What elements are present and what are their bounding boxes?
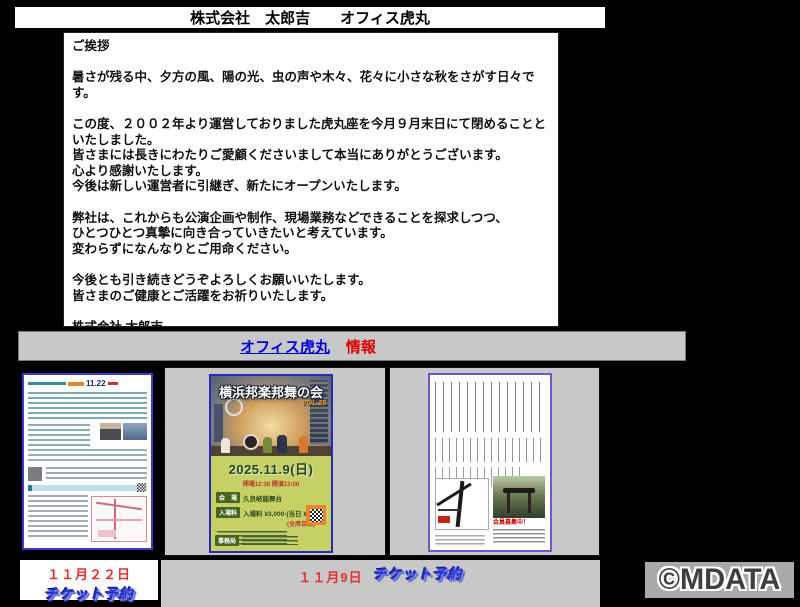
poster-title: 横浜邦楽邦舞の会 xyxy=(211,382,331,401)
poster-volume: VOL.25 xyxy=(302,400,326,407)
building-photo xyxy=(123,423,147,440)
flyer-left-time-segment xyxy=(108,382,118,385)
dancer-figure xyxy=(277,435,287,453)
flyer-left-title-row: 11.22 xyxy=(28,379,148,388)
greeting-text: ご挨拶 暑さが残る中、夕方の風、陽の光、虫の声や木々、花々に小さな秋をさがす日々… xyxy=(72,39,550,327)
tower-silhouette xyxy=(214,404,223,442)
access-map-image xyxy=(91,496,147,542)
fee-label: 入場料 xyxy=(216,507,240,518)
access-map-image xyxy=(435,478,489,530)
event-date-nov9: １１月9日 xyxy=(298,567,362,586)
garden-gate-photo xyxy=(493,476,545,518)
dancer-figure xyxy=(221,438,230,453)
flyer-left-paragraph-lines xyxy=(28,495,88,537)
map-landmark-stamp xyxy=(438,516,450,523)
flyer-left-date: 11.22 xyxy=(86,380,106,388)
flyer-right-image[interactable]: 会員募集中！ xyxy=(428,373,552,552)
poster-cityscape: 横浜邦楽邦舞の会 VOL.25 xyxy=(211,376,331,456)
map-road-line xyxy=(436,483,472,507)
ticket-reserve-link-nov22[interactable]: チケット予約 xyxy=(44,584,134,604)
map-landmark-block xyxy=(98,530,116,537)
mdata-watermark: ©MDATA xyxy=(645,562,794,598)
portrait-photo xyxy=(100,423,121,440)
site-title-bar: 株式会社 太郎吉 オフィス虎丸 xyxy=(15,7,605,28)
event-date: 2025.11.9(日) xyxy=(211,459,331,478)
venue-row: 会 場 久良岐能舞台 xyxy=(216,492,326,503)
info-bar: オフィス虎丸 情報 xyxy=(18,331,686,361)
drum-icon xyxy=(243,434,259,450)
office-row: 事務局 xyxy=(215,535,298,546)
map-road-line xyxy=(96,502,142,510)
poster-cell-middle: 横浜邦楽邦舞の会 VOL.25 2025.11.9(日) 開場12:30 開演1… xyxy=(164,367,386,556)
map-road-line xyxy=(438,509,460,511)
info-bar-label: 情報 xyxy=(346,336,376,357)
qr-code-frame xyxy=(306,505,326,525)
event-time: 開場12:30 開演13:00 xyxy=(211,479,331,488)
event-date-nov22: １１月２２日 xyxy=(20,564,158,583)
qr-code-icon xyxy=(310,509,323,522)
flyer-right-fine-print-lines xyxy=(493,529,545,545)
office-contact-lines xyxy=(242,536,298,545)
ticket-reserve-link-nov9[interactable]: チケット予約 xyxy=(373,564,463,584)
flyer-left-paragraph-lines xyxy=(28,424,90,446)
recruit-note: 会員募集中！ xyxy=(493,517,545,526)
flyer-left-name-segment xyxy=(68,382,84,386)
office-label: 事務局 xyxy=(215,535,239,546)
venue-label: 会 場 xyxy=(216,492,240,503)
dancer-figure xyxy=(299,436,308,453)
program-columns xyxy=(435,382,545,432)
flyer-left-paragraph-lines xyxy=(46,467,147,481)
flyer-left-image[interactable]: 11.22 xyxy=(22,373,153,550)
map-road-line xyxy=(96,519,142,521)
flyer-left-section-header xyxy=(28,485,147,491)
office-toramaru-link[interactable]: オフィス虎丸 xyxy=(240,336,330,357)
dancer-figure xyxy=(263,437,272,453)
flyer-left-paragraph-lines xyxy=(28,392,147,420)
flyer-left-paragraph-lines xyxy=(28,449,147,463)
flyer-right-fine-print-lines xyxy=(435,535,485,545)
gate-pillar xyxy=(507,493,510,513)
site-title: 株式会社 太郎吉 オフィス虎丸 xyxy=(190,7,430,28)
poster-middle-image[interactable]: 横浜邦楽邦舞の会 VOL.25 2025.11.9(日) 開場12:30 開演1… xyxy=(209,374,333,553)
program-columns xyxy=(435,438,545,462)
qr-code-icon xyxy=(137,483,146,492)
footer-left-cell: １１月２２日 チケット予約 xyxy=(20,560,158,600)
greeting-box: ご挨拶 暑さが残る中、夕方の風、陽の光、虫の声や木々、花々に小さな秋をさがす日々… xyxy=(63,32,559,327)
poster-cell-left: 11.22 xyxy=(18,367,161,556)
poster-cell-right: 会員募集中！ xyxy=(389,367,600,556)
gate-pillar xyxy=(528,493,531,513)
greeting-section: ご挨拶 暑さが残る中、夕方の風、陽の光、虫の声や木々、花々に小さな秋をさがす日々… xyxy=(18,28,600,328)
flyer-left-title-segment xyxy=(28,382,66,385)
venue-name: 久良岐能舞台 xyxy=(243,493,282,503)
profile-photo xyxy=(28,467,42,481)
watermark-text: ©MDATA xyxy=(659,563,781,597)
